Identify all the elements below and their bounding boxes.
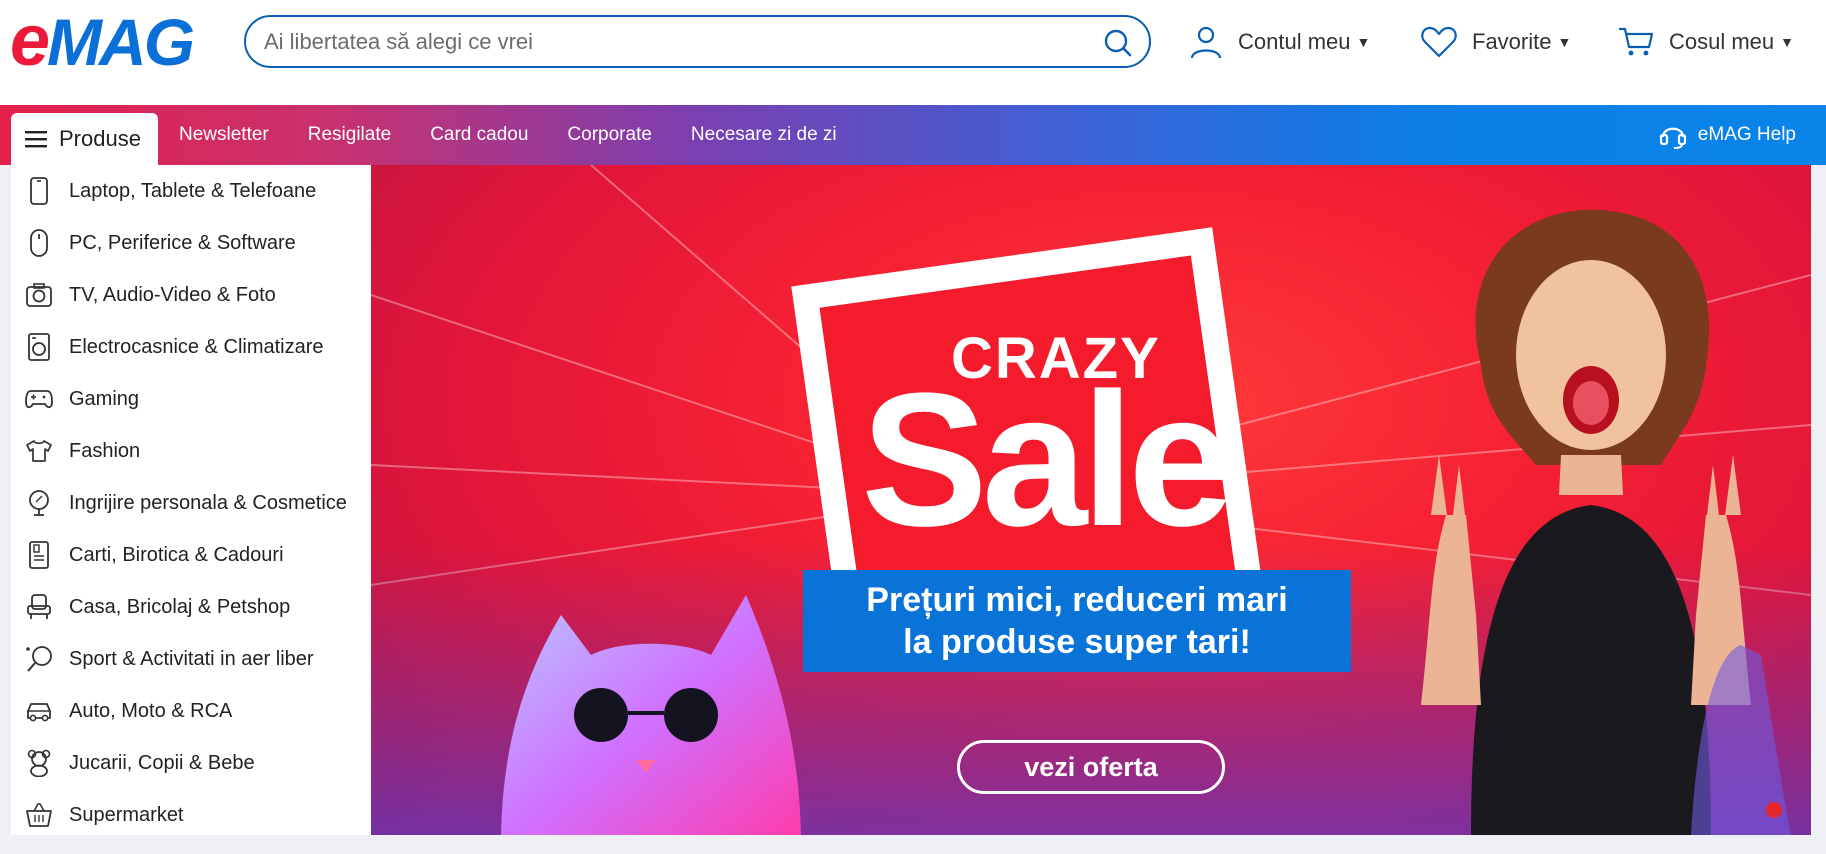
logo-letters-mag: MAG <box>47 5 195 79</box>
nav-link-card-cadou[interactable]: Card cadou <box>430 124 528 146</box>
basket-icon <box>25 801 53 829</box>
category-item-supermarket[interactable]: Supermarket <box>11 789 371 841</box>
category-label: Auto, Moto & RCA <box>69 699 233 722</box>
account-label: Contul meu <box>1238 29 1351 54</box>
cart-menu[interactable]: Cosul meu ▼ <box>1617 20 1794 64</box>
phone-icon <box>25 177 53 205</box>
main-navbar: Produse Newsletter Resigilate Card cadou… <box>0 105 1826 165</box>
excited-woman-illustration <box>1421 209 1791 835</box>
products-menu-button[interactable]: Produse <box>11 113 158 165</box>
search-icon[interactable] <box>1103 28 1133 58</box>
gamepad-icon <box>25 385 53 413</box>
cat-with-sunglasses-illustration <box>501 595 801 835</box>
category-label: Sport & Activitati in aer liber <box>69 647 314 670</box>
category-label: Fashion <box>69 439 141 462</box>
armchair-icon <box>25 593 53 621</box>
category-menu: Laptop, Tablete & Telefoane PC, Periferi… <box>11 165 371 835</box>
help-link[interactable]: eMAG Help <box>1658 105 1796 165</box>
category-item-gaming[interactable]: Gaming <box>11 373 371 425</box>
category-label: Ingrijire personala & Cosmetice <box>69 491 347 514</box>
nav-link-resigilate[interactable]: Resigilate <box>308 124 391 146</box>
account-menu[interactable]: Contul meu ▼ <box>1188 20 1370 64</box>
help-label: eMAG Help <box>1697 124 1796 145</box>
category-label: Gaming <box>69 387 140 410</box>
category-label: Electrocasnice & Climatizare <box>69 335 324 358</box>
teddy-bear-icon <box>25 749 53 777</box>
promo-banner[interactable]: CRAZY Sale Prețuri mici, reduceri mari l… <box>371 165 1811 835</box>
site-header: eMAG Contul meu ▼ Favorite ▼ Cosul meu ▼ <box>0 0 1826 105</box>
products-label: Produse <box>59 126 141 151</box>
category-item-ingrijire[interactable]: Ingrijire personala & Cosmetice <box>11 477 371 529</box>
nav-link-corporate[interactable]: Corporate <box>567 124 652 146</box>
search-input[interactable] <box>264 27 1084 57</box>
banner-subheadline-box: Prețuri mici, reduceri mari la produse s… <box>803 570 1351 672</box>
cart-icon <box>1619 27 1654 56</box>
banner-headline-big: Sale <box>861 354 1234 566</box>
favorites-menu[interactable]: Favorite ▼ <box>1420 20 1571 64</box>
logo-letter-e: e <box>10 1 50 81</box>
headset-icon <box>1659 127 1686 149</box>
user-icon <box>1190 26 1222 59</box>
chevron-down-icon: ▼ <box>1557 34 1572 50</box>
tshirt-icon <box>25 437 53 465</box>
nav-link-newsletter[interactable]: Newsletter <box>179 124 269 146</box>
category-item-laptop[interactable]: Laptop, Tablete & Telefoane <box>11 165 371 217</box>
hamburger-icon <box>25 131 47 148</box>
category-item-tv[interactable]: TV, Audio-Video & Foto <box>11 269 371 321</box>
category-item-sport[interactable]: Sport & Activitati in aer liber <box>11 633 371 685</box>
category-label: Laptop, Tablete & Telefoane <box>69 179 317 202</box>
cart-label: Cosul meu <box>1669 29 1775 54</box>
category-item-auto[interactable]: Auto, Moto & RCA <box>11 685 371 737</box>
category-label: Jucarii, Copii & Bebe <box>69 751 255 774</box>
category-item-pc[interactable]: PC, Periferice & Software <box>11 217 371 269</box>
see-offer-button[interactable]: vezi oferta <box>957 740 1225 794</box>
category-label: TV, Audio-Video & Foto <box>69 283 276 306</box>
emag-logo[interactable]: eMAG <box>10 5 195 77</box>
car-icon <box>25 697 53 725</box>
category-item-jucarii[interactable]: Jucarii, Copii & Bebe <box>11 737 371 789</box>
category-item-fashion[interactable]: Fashion <box>11 425 371 477</box>
camera-icon <box>25 281 53 309</box>
washing-machine-icon <box>25 333 53 361</box>
chevron-down-icon: ▼ <box>1356 34 1371 50</box>
mouse-icon <box>25 229 53 257</box>
category-item-casa[interactable]: Casa, Bricolaj & Petshop <box>11 581 371 633</box>
book-icon <box>25 541 53 569</box>
category-item-carti[interactable]: Carti, Birotica & Cadouri <box>11 529 371 581</box>
banner-subline-2: la produse super tari! <box>903 623 1251 661</box>
search-bar <box>244 15 1151 68</box>
mirror-icon <box>25 489 53 517</box>
category-label: Carti, Birotica & Cadouri <box>69 543 284 566</box>
favorites-label: Favorite <box>1472 29 1552 54</box>
nav-links: Newsletter Resigilate Card cadou Corpora… <box>179 105 876 165</box>
racket-icon <box>25 645 53 673</box>
heart-icon <box>1421 26 1457 58</box>
category-label: PC, Periferice & Software <box>69 231 296 254</box>
category-label: Supermarket <box>69 803 184 826</box>
category-label: Casa, Bricolaj & Petshop <box>69 595 291 618</box>
category-item-electrocasnice[interactable]: Electrocasnice & Climatizare <box>11 321 371 373</box>
banner-subline-1: Prețuri mici, reduceri mari <box>866 581 1288 619</box>
nav-link-necesare[interactable]: Necesare zi de zi <box>691 124 837 146</box>
chevron-down-icon: ▼ <box>1780 34 1795 50</box>
